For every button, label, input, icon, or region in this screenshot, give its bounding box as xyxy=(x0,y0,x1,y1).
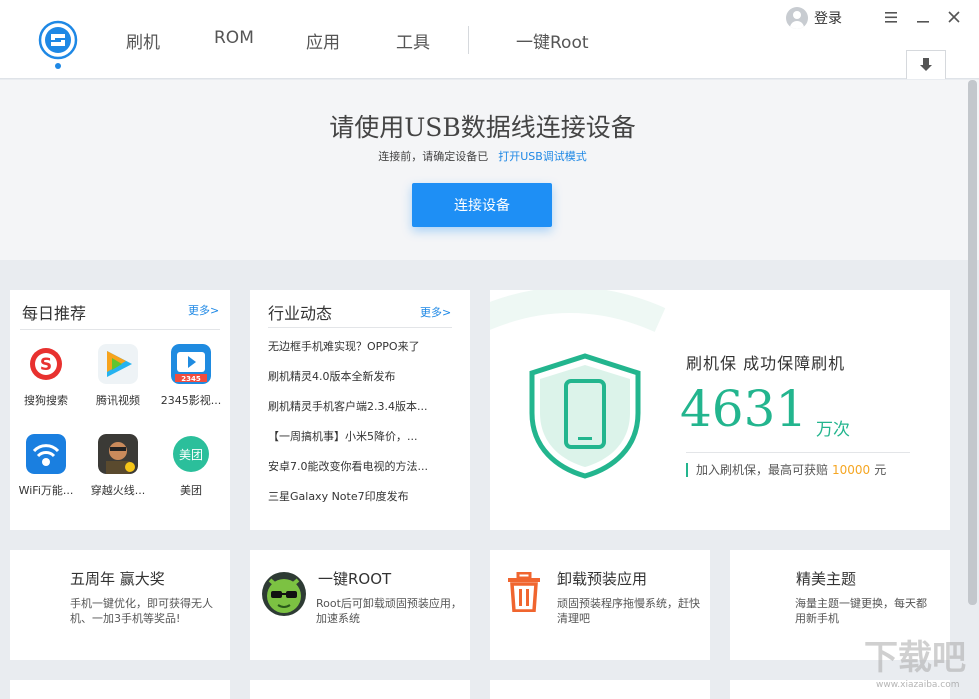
app-label: 腾讯视频 xyxy=(96,394,140,407)
watermark-text: 下载吧 xyxy=(864,638,966,678)
guarantee-note-text: 加入刷机保，最高可获赔 xyxy=(696,463,829,477)
guarantee-note: 加入刷机保，最高可获赔 10000 元 xyxy=(686,463,886,477)
guarantee-count: 4631 xyxy=(680,380,808,438)
feature-title: 一键ROOT xyxy=(318,570,392,588)
news-item[interactable]: 安卓7.0能改变你看电视的方法... xyxy=(268,458,448,474)
login-link[interactable]: 登录 xyxy=(786,7,842,29)
app-label: WiFi万能... xyxy=(18,484,74,497)
app-logo-icon[interactable] xyxy=(38,20,78,60)
daily-more-link[interactable]: 更多> xyxy=(188,302,219,318)
card-partial xyxy=(10,680,230,699)
sogou-search-icon: S xyxy=(26,344,66,384)
feature-one-click-root[interactable]: 一键ROOT Root后可卸载顽固预装应用，加速系统 xyxy=(250,550,470,660)
news-item[interactable]: 刷机精灵4.0版本全新发布 xyxy=(268,368,448,384)
user-avatar-icon xyxy=(786,7,808,29)
download-arrow-icon xyxy=(920,58,932,71)
app-crossfire[interactable]: 穿越火线... xyxy=(83,434,153,498)
flash-guarantee-card[interactable]: 刷机保 成功保障刷机 4631 万次 加入刷机保，最高可获赔 10000 元 xyxy=(490,290,950,530)
guarantee-unit: 万次 xyxy=(816,420,850,440)
nav-flash[interactable]: 刷机 xyxy=(126,28,160,53)
nav-rom[interactable]: ROM xyxy=(214,28,254,48)
shield-phone-icon xyxy=(529,353,641,479)
logo-dot xyxy=(55,63,61,69)
feature-desc: 顽固预装程序拖慢系统，赶快清理吧 xyxy=(557,597,700,625)
divider xyxy=(268,327,452,328)
app-label: 2345影视... xyxy=(160,394,222,407)
watermark: 下载吧 www.xiazaiba.com xyxy=(836,628,976,696)
guarantee-title: 刷机保 成功保障刷机 xyxy=(686,354,846,373)
feature-title: 卸载预装应用 xyxy=(557,570,648,588)
app-label: 穿越火线... xyxy=(90,484,146,497)
feature-desc: Root后可卸载顽固预装应用，加速系统 xyxy=(316,597,462,625)
feature-title: 精美主题 xyxy=(796,570,857,588)
app-wifi-key[interactable]: WiFi万能... xyxy=(11,434,81,498)
root-mascot-icon xyxy=(262,572,306,616)
connect-hint: 连接前，请确定设备已 打开USB调试模式 xyxy=(0,148,965,164)
scrollbar[interactable] xyxy=(968,80,977,605)
tencent-video-icon xyxy=(98,344,138,384)
nav-tools[interactable]: 工具 xyxy=(396,28,430,53)
daily-recommend-title: 每日推荐 xyxy=(22,304,87,323)
divider xyxy=(20,329,220,330)
minimize-icon[interactable] xyxy=(912,6,934,28)
news-item[interactable]: 刷机精灵手机客户端2.3.4版本... xyxy=(268,398,448,414)
app-label: 美团 xyxy=(180,484,202,497)
svg-text:2345: 2345 xyxy=(181,375,201,383)
industry-more-link[interactable]: 更多> xyxy=(420,304,451,320)
industry-news-title: 行业动态 xyxy=(268,304,333,323)
nav-apps[interactable]: 应用 xyxy=(306,28,340,53)
connect-device-button[interactable]: 连接设备 xyxy=(412,183,552,227)
news-item[interactable]: 三星Galaxy Note7印度发布 xyxy=(268,488,448,504)
usb-debug-link[interactable]: 打开USB调试模式 xyxy=(498,150,587,163)
login-label: 登录 xyxy=(814,11,842,27)
guarantee-note-suffix: 元 xyxy=(874,463,887,477)
nav-one-click-root[interactable]: 一键Root xyxy=(516,28,589,53)
meituan-icon: 美团 xyxy=(171,434,211,474)
connect-title: 请使用USB数据线连接设备 xyxy=(329,113,636,142)
nav-divider xyxy=(468,26,469,54)
app-label: 搜狗搜索 xyxy=(24,394,68,407)
connect-banner: 请使用USB数据线连接设备 连接前，请确定设备已 打开USB调试模式 连接设备 xyxy=(0,80,979,260)
feature-uninstall-preinstalled[interactable]: 卸载预装应用 顽固预装程序拖慢系统，赶快清理吧 xyxy=(490,550,710,660)
watermark-url: www.xiazaiba.com xyxy=(876,680,960,690)
download-button[interactable] xyxy=(906,50,946,79)
svg-text:S: S xyxy=(40,355,52,375)
crossfire-icon xyxy=(98,434,138,474)
2345-video-icon: 2345 xyxy=(171,344,211,384)
divider xyxy=(686,452,910,453)
menu-icon[interactable] xyxy=(880,6,902,28)
feature-desc: 海量主题一键更换，每天都用新手机 xyxy=(795,597,927,625)
top-bar: 刷机 ROM 应用 工具 一键Root 登录 xyxy=(0,0,979,79)
daily-recommend-card: 每日推荐 更多> S 搜狗搜索 腾讯视频 2345 2345影视... WiFi… xyxy=(10,290,230,530)
industry-news-card: 行业动态 更多> 无边框手机难实现？OPPO来了 刷机精灵4.0版本全新发布 刷… xyxy=(250,290,470,530)
feature-title: 五周年 赢大奖 xyxy=(70,570,165,588)
card-partial xyxy=(490,680,710,699)
guarantee-amount: 10000 xyxy=(832,463,871,477)
svg-text:美团: 美团 xyxy=(179,448,203,462)
wifi-key-icon xyxy=(26,434,66,474)
app-meituan[interactable]: 美团 美团 xyxy=(156,434,226,498)
app-sogou-search[interactable]: S 搜狗搜索 xyxy=(11,344,81,408)
app-2345-video[interactable]: 2345 2345影视... xyxy=(156,344,226,408)
trash-icon xyxy=(508,572,540,612)
news-item[interactable]: 无边框手机难实现？OPPO来了 xyxy=(268,338,448,354)
feature-anniversary[interactable]: 五周年 赢大奖 手机一键优化，即可获得无人机、一加3手机等奖品! xyxy=(10,550,230,660)
card-partial xyxy=(250,680,470,699)
app-tencent-video[interactable]: 腾讯视频 xyxy=(83,344,153,408)
feature-desc: 手机一键优化，即可获得无人机、一加3手机等奖品! xyxy=(70,597,213,625)
connect-hint-text: 连接前，请确定设备已 xyxy=(378,150,489,163)
close-icon[interactable] xyxy=(943,6,965,28)
news-item[interactable]: 【一周搞机事】小米5降价，... xyxy=(268,428,448,444)
